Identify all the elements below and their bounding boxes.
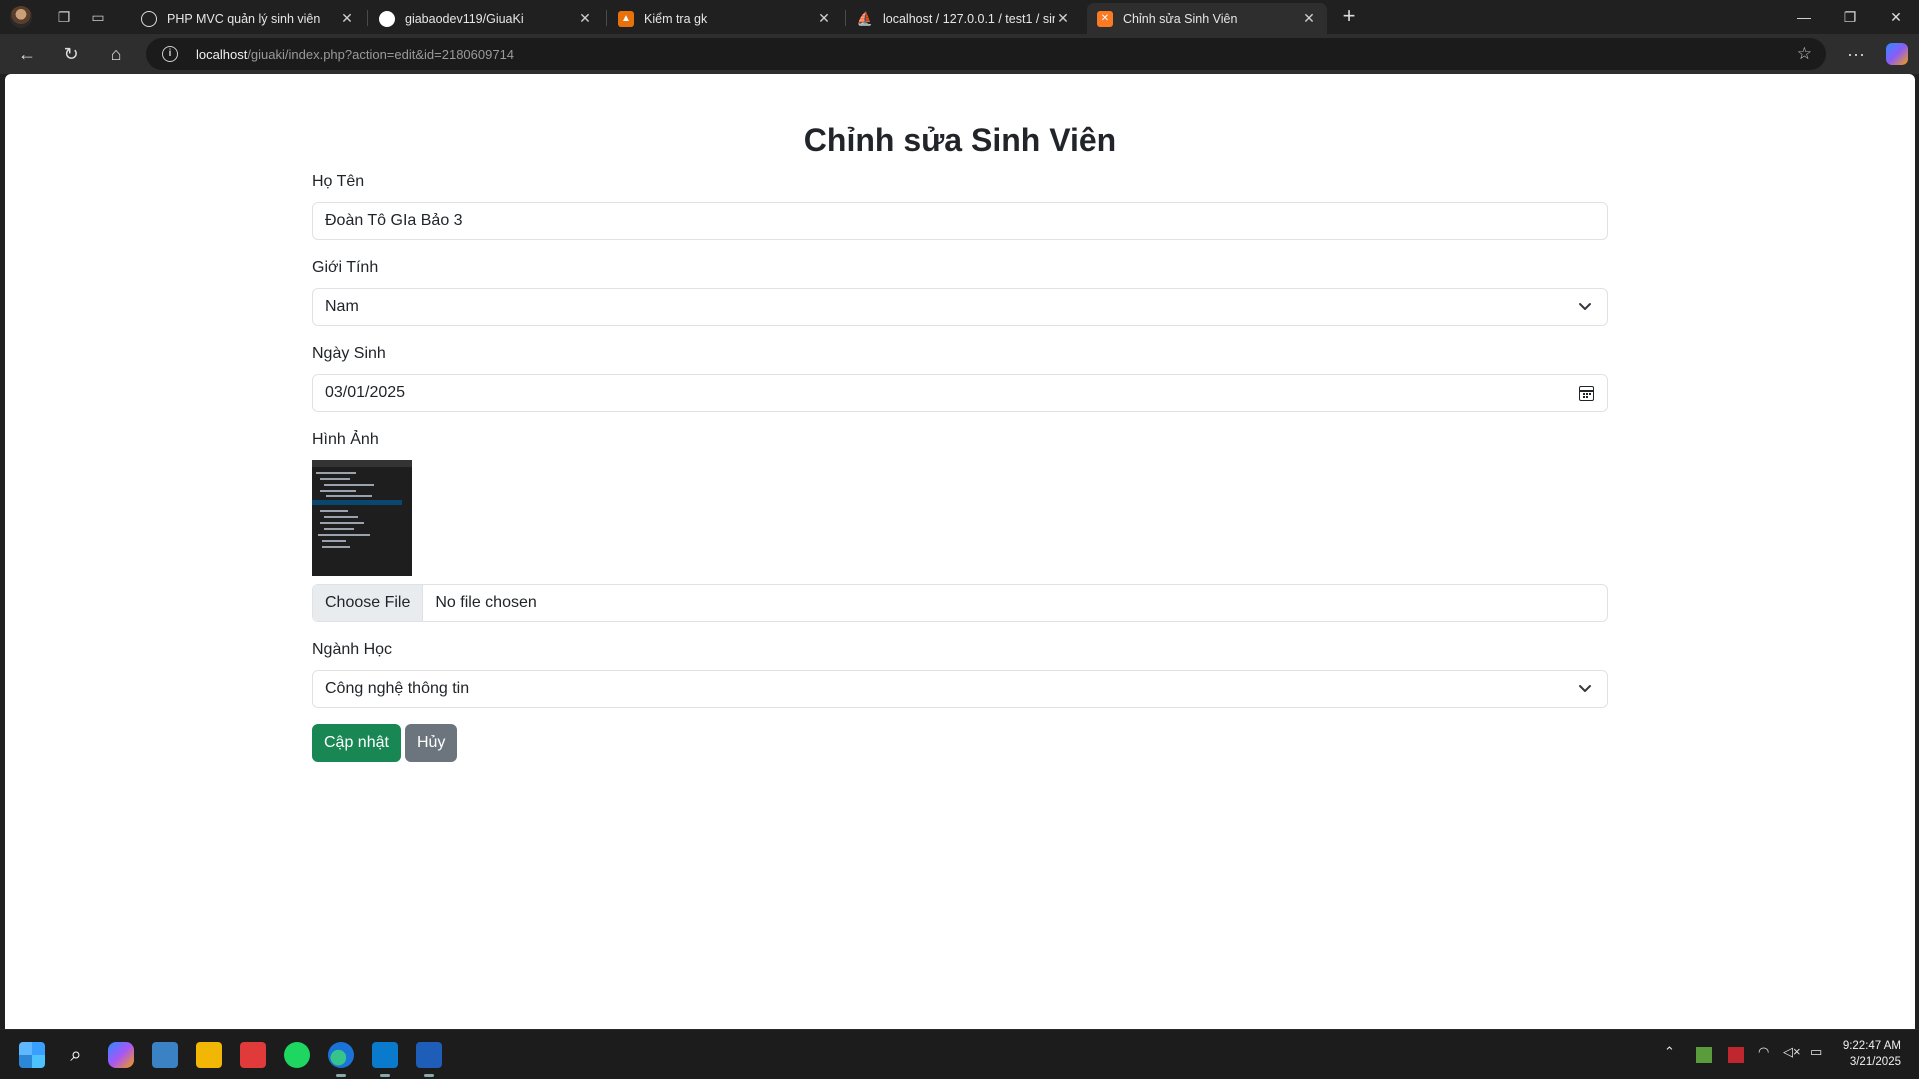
favorite-star-icon[interactable]: ☆ <box>1797 44 1812 64</box>
close-tab-icon[interactable]: ✕ <box>577 10 593 27</box>
settings-more-icon[interactable]: ··· <box>1842 40 1870 68</box>
url-text: localhost/giuaki/index.php?action=edit&i… <box>196 46 515 62</box>
copilot-icon[interactable] <box>1886 43 1908 65</box>
tab-kiem-tra[interactable]: ▲ Kiểm tra gk ✕ <box>608 3 842 34</box>
nganh-hoc-value: Công nghệ thông tin <box>325 680 470 697</box>
close-tab-icon[interactable]: ✕ <box>816 10 832 27</box>
chevron-down-icon <box>1579 685 1591 692</box>
snipping-tool-icon[interactable] <box>240 1042 266 1068</box>
nganh-hoc-label: Ngành Học <box>312 641 393 658</box>
close-tab-icon[interactable]: ✕ <box>1055 10 1071 27</box>
volume-muted-icon[interactable]: ◁× <box>1783 1044 1801 1060</box>
github-icon <box>379 10 395 27</box>
vivaldi-tray-icon[interactable] <box>1728 1047 1744 1063</box>
tray-overflow-icon[interactable]: ⌃ <box>1664 1044 1675 1060</box>
vertical-tabs-icon[interactable]: ▭ <box>86 5 110 29</box>
chevron-down-icon <box>1579 303 1591 310</box>
copilot-taskbar-icon[interactable] <box>108 1042 134 1068</box>
wifi-icon[interactable]: ◠ <box>1758 1044 1769 1060</box>
system-clock[interactable]: 9:22:47 AM 3/21/2025 <box>1843 1038 1901 1070</box>
workspaces-icon[interactable]: ❐ <box>52 5 76 29</box>
image-file-input[interactable]: Choose File No file chosen <box>312 584 1608 622</box>
tab-title: localhost / 127.0.0.1 / test1 / sinh <box>883 11 1055 26</box>
choose-file-button[interactable]: Choose File <box>313 585 424 621</box>
gioi-tinh-value: Nam <box>325 298 359 315</box>
phpmyadmin-icon: ⛵ <box>856 10 874 26</box>
clock-time: 9:22:47 AM <box>1842 1040 1901 1052</box>
search-icon[interactable]: ⌕ <box>63 1042 89 1068</box>
start-menu-icon[interactable] <box>19 1042 45 1068</box>
field-hinh-anh: Hình Ảnh Choose File No file chosen <box>312 428 1608 622</box>
home-button[interactable]: ⌂ <box>102 40 130 68</box>
nganh-hoc-select[interactable]: Công nghệ thông tin <box>312 670 1608 708</box>
field-nganh-hoc: Ngành Học Công nghệ thông tin <box>312 638 1608 708</box>
browser-toolbar: ← ↻ ⌂ i localhost/giuaki/index.php?actio… <box>0 34 1919 74</box>
form-actions: Cập nhật Hủy <box>312 724 1608 762</box>
field-ho-ten: Họ Tên Đoàn Tô GIa Bảo 3 <box>312 170 1608 240</box>
battery-icon[interactable]: ▭ <box>1810 1044 1822 1060</box>
tab-title: Chỉnh sửa Sinh Viên <box>1123 11 1238 26</box>
spotify-icon[interactable] <box>284 1042 310 1068</box>
ho-ten-label: Họ Tên <box>312 173 365 190</box>
site-info-icon[interactable]: i <box>162 46 178 62</box>
calendar-icon[interactable] <box>1579 386 1594 401</box>
cancel-button[interactable]: Hủy <box>404 724 458 762</box>
chatgpt-icon <box>141 10 157 27</box>
classroom-icon: ▲ <box>618 10 634 27</box>
word-icon[interactable] <box>416 1042 442 1077</box>
tab-title: PHP MVC quản lý sinh viên <box>167 11 321 26</box>
ngay-sinh-input[interactable]: 03/01/2025 <box>312 374 1608 412</box>
ho-ten-value: Đoàn Tô GIa Bảo 3 <box>325 212 463 229</box>
minimize-button[interactable]: — <box>1781 0 1827 34</box>
store-icon[interactable] <box>152 1042 178 1068</box>
tray-app-icon[interactable] <box>1696 1047 1712 1063</box>
tab-separator <box>367 10 368 26</box>
close-window-button[interactable]: ✕ <box>1873 0 1919 34</box>
close-tab-icon[interactable]: ✕ <box>339 10 355 27</box>
profile-avatar[interactable] <box>10 6 32 28</box>
tab-phpmyadmin[interactable]: ⛵ localhost / 127.0.0.1 / test1 / sinh ✕ <box>847 3 1081 34</box>
page-title: Chỉnh sửa Sinh Viên <box>803 122 1117 158</box>
address-bar[interactable]: i localhost/giuaki/index.php?action=edit… <box>146 38 1826 70</box>
tab-chinh-sua[interactable]: ✕ Chỉnh sửa Sinh Viên ✕ <box>1087 3 1327 34</box>
tab-title: Kiểm tra gk <box>644 11 708 26</box>
file-explorer-icon[interactable] <box>196 1042 222 1068</box>
page-viewport: Chỉnh sửa Sinh Viên Họ Tên Đoàn Tô GIa B… <box>5 74 1915 1029</box>
clock-date: 3/21/2025 <box>1849 1056 1901 1068</box>
edge-icon[interactable] <box>328 1042 354 1077</box>
tab-separator <box>845 10 846 26</box>
tab-title: giabaodev119/GiuaKi <box>405 11 524 26</box>
ngay-sinh-label: Ngày Sinh <box>312 345 386 362</box>
field-ngay-sinh: Ngày Sinh 03/01/2025 <box>312 342 1608 412</box>
new-tab-button[interactable]: + <box>1336 4 1362 30</box>
windows-taskbar: ⌕ ⌃ ◠ ◁× ▭ 9:22:47 AM 3/21/2025 <box>0 1029 1919 1079</box>
student-photo-thumbnail <box>312 460 412 576</box>
close-tab-icon[interactable]: ✕ <box>1301 10 1317 27</box>
field-gioi-tinh: Giới Tính Nam <box>312 256 1608 326</box>
ho-ten-input[interactable]: Đoàn Tô GIa Bảo 3 <box>312 202 1608 240</box>
restore-button[interactable]: ❐ <box>1827 0 1873 34</box>
gioi-tinh-label: Giới Tính <box>312 259 379 276</box>
tab-php-mvc[interactable]: PHP MVC quản lý sinh viên ✕ <box>131 3 365 34</box>
tab-github[interactable]: giabaodev119/GiuaKi ✕ <box>369 3 603 34</box>
no-file-text: No file chosen <box>435 594 537 611</box>
edit-student-form: Họ Tên Đoàn Tô GIa Bảo 3 Giới Tính Nam N… <box>312 170 1608 762</box>
vscode-icon[interactable] <box>372 1042 398 1077</box>
tab-separator <box>606 10 607 26</box>
xampp-icon: ✕ <box>1097 10 1113 27</box>
back-button[interactable]: ← <box>13 40 41 68</box>
refresh-button[interactable]: ↻ <box>57 40 85 68</box>
ngay-sinh-value: 03/01/2025 <box>325 384 406 401</box>
gioi-tinh-select[interactable]: Nam <box>312 288 1608 326</box>
hinh-anh-label: Hình Ảnh <box>312 431 379 448</box>
update-button[interactable]: Cập nhật <box>312 724 401 762</box>
